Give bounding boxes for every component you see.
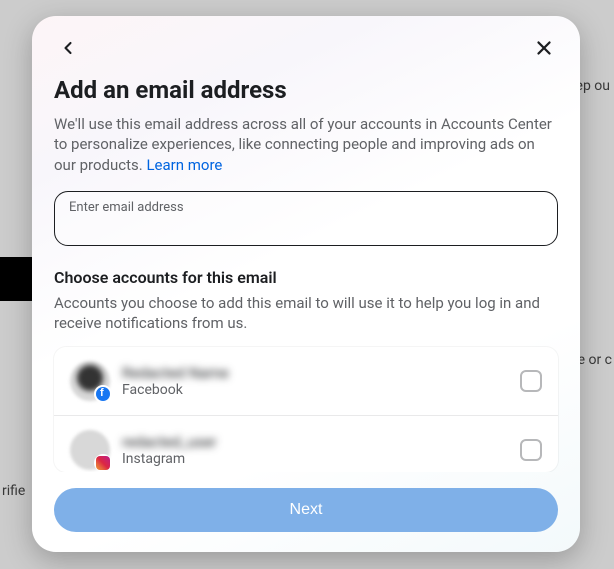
close-button[interactable]	[530, 34, 558, 62]
next-button[interactable]: Next	[54, 488, 558, 532]
choose-accounts-title: Choose accounts for this email	[54, 268, 558, 287]
email-input-label: Enter email address	[69, 200, 543, 215]
account-platform-label: Facebook	[122, 382, 508, 398]
account-name: redacted_user	[122, 433, 508, 451]
back-button[interactable]	[54, 34, 82, 62]
modal-body: Add an email address We'll use this emai…	[32, 70, 580, 472]
account-checkbox[interactable]	[520, 370, 542, 392]
modal-header	[32, 16, 580, 70]
account-row-instagram[interactable]: redacted_user Instagram	[54, 416, 558, 472]
account-checkbox[interactable]	[520, 439, 542, 461]
instagram-icon	[94, 454, 112, 472]
learn-more-link[interactable]: Learn more	[146, 156, 222, 174]
chevron-left-icon	[58, 38, 78, 58]
email-input-container[interactable]: Enter email address	[54, 191, 558, 246]
account-row-facebook[interactable]: Redacted Name Facebook	[54, 347, 558, 416]
subtitle-text: We'll use this email address across all …	[54, 115, 552, 174]
avatar	[70, 430, 110, 470]
modal-footer: Next	[32, 472, 580, 552]
account-info: redacted_user Instagram	[122, 433, 508, 467]
account-platform-label: Instagram	[122, 451, 508, 467]
accounts-list: Redacted Name Facebook redacted_user Ins…	[54, 347, 558, 472]
email-input[interactable]	[69, 215, 543, 235]
account-info: Redacted Name Facebook	[122, 364, 508, 398]
choose-accounts-subtitle: Accounts you choose to add this email to…	[54, 293, 558, 334]
avatar	[70, 361, 110, 401]
account-name: Redacted Name	[122, 364, 508, 382]
facebook-icon	[94, 385, 112, 403]
close-icon	[533, 37, 555, 59]
add-email-modal: Add an email address We'll use this emai…	[32, 16, 580, 552]
modal-subtitle: We'll use this email address across all …	[54, 114, 558, 175]
modal-title: Add an email address	[54, 76, 558, 104]
